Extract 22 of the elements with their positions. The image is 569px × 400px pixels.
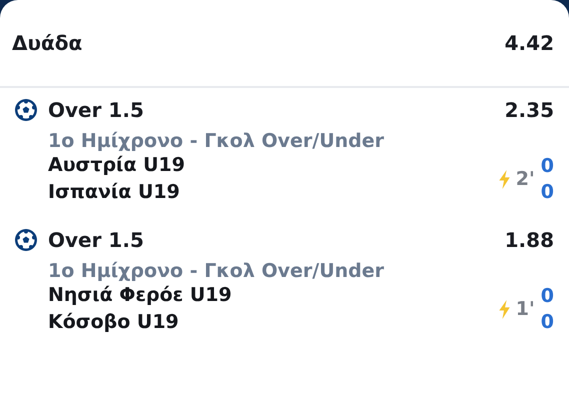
selection-odds: 2.35 [504,98,554,122]
home-score: 0 [540,154,554,179]
lightning-icon [498,300,510,318]
selection-name: Over 1.5 [48,228,144,252]
lightning-icon [498,170,510,188]
market-name: 1ο Ημίχρονο - Γκολ Over/Under [48,130,386,152]
bet-type-title: Δυάδα [12,31,82,55]
total-odds: 4.42 [504,31,554,55]
home-team: Νησιά Φερόε U19 [48,283,232,308]
away-score: 0 [540,310,554,335]
selection-name: Over 1.5 [48,98,144,122]
market-name: 1ο Ημίχρονο - Γκολ Over/Under [48,260,386,282]
home-score: 0 [540,284,554,309]
away-team: Κόσοβο U19 [48,310,180,335]
match-minute: 2' [516,168,535,190]
soccer-ball-icon [14,98,38,122]
away-score: 0 [540,180,554,205]
home-team: Αυστρία U19 [48,153,185,178]
away-team: Ισπανία U19 [48,180,181,205]
selection-odds: 1.88 [504,228,554,252]
soccer-ball-icon [14,228,38,252]
match-minute: 1' [516,298,535,320]
